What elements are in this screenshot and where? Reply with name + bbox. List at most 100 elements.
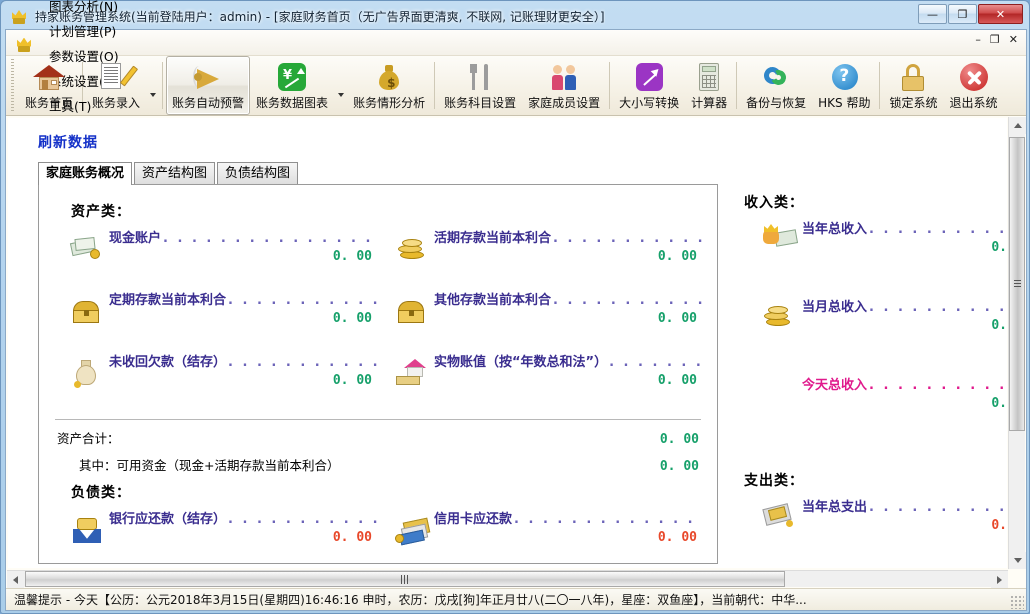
overview-item: 当月总收入. . . . . . . . . . . . . . . . . .… [738, 296, 1007, 370]
mdi-close-button[interactable]: ✕ [1009, 34, 1018, 45]
vertical-scrollbar-thumb[interactable] [1009, 137, 1025, 431]
assets-heading: 资产类： [71, 204, 131, 220]
toolbar-separator [162, 62, 164, 109]
client-area: 文件(F)账务管理(A)统计报表(S)图表分析(N)计划管理(P)参数设置(O)… [5, 0, 1027, 611]
overview-item-value: 0. [991, 318, 1007, 333]
assets-total-row: 资产合计： 0. 00 [57, 428, 699, 447]
resize-grip[interactable] [1010, 595, 1024, 609]
page-content: 刷新数据 家庭账务概况 资产结构图 负债结构图 资产类： 现金账户. . . . .… [8, 118, 1007, 568]
overview-item: 当年总收入. . . . . . . . . . . . . . . . . .… [738, 218, 1007, 292]
overview-item-label: 定期存款当前本利合 [109, 293, 227, 308]
overview-item-body: 银行应还款（结存）. . . . . . . . . . . . . . . .… [109, 508, 378, 545]
leader-dots: . . . . . . . . . . . . . . . . . . . . … [514, 512, 703, 527]
overview-item-label-line: 当年总收入. . . . . . . . . . . . . . . . . .… [802, 218, 1007, 237]
tab-0[interactable]: 家庭账务概况 [38, 162, 133, 185]
overview-item: 实物账值（按“年数总和法”）. . . . . . . . . . . . . … [378, 351, 703, 409]
leader-dots: . . . . . . . . . . . . . . . . . . . . … [869, 500, 1007, 515]
mdi-child-window: 刷新数据 家庭账务概况 资产结构图 负债结构图 资产类： 现金账户. . . . .… [6, 116, 1026, 588]
family-icon [547, 60, 581, 94]
scroll-left-button[interactable] [7, 571, 24, 588]
overview-item-body: 实物账值（按“年数总和法”）. . . . . . . . . . . . . … [434, 351, 703, 388]
toolbar-button-4[interactable]: $ 账务情形分析 [347, 56, 431, 115]
overview-item-label-line: 未收回欠款（结存）. . . . . . . . . . . . . . . .… [109, 351, 378, 370]
close-button[interactable]: ✕ [978, 4, 1023, 24]
assets-total-value: 0. 00 [659, 432, 699, 447]
toolbar-button-6[interactable]: 家庭成员设置 [522, 56, 606, 115]
leader-dots: . . . . . . . . . . . . . . . . . . . . … [228, 355, 378, 370]
toolbar-button-2[interactable]: 账务自动预警 [166, 56, 251, 115]
chevron-down-icon [337, 93, 344, 97]
overview-item-label: 其他存款当前本利合 [434, 293, 552, 308]
expense-heading: 支出类： [744, 473, 804, 489]
scroll-right-button[interactable] [991, 571, 1008, 588]
toolbar-button-5[interactable]: 账务科目设置 [438, 56, 522, 115]
tiger-money-icon [760, 220, 800, 260]
minimize-button[interactable]: — [918, 4, 947, 24]
vertical-scrollbar[interactable] [1008, 117, 1026, 569]
exit-icon [957, 60, 991, 94]
toolbar-buttons: 账务首页 账务录入 账务自动预警 ¥ 账务数据图表 $ 账务情形分析 账务科目设置 家庭成员设置… [19, 56, 1004, 115]
backup-icon [759, 60, 793, 94]
credit-card-icon [394, 512, 431, 548]
assets-grid: 现金账户. . . . . . . . . . . . . . . . . . … [53, 227, 703, 413]
toolbar-button-7[interactable]: 大小写转换 [613, 56, 685, 115]
overview-item-label-line: 当年总支出. . . . . . . . . . . . . . . . . .… [802, 496, 1007, 515]
liabilities-column-right: 信用卡应还款. . . . . . . . . . . . . . . . . … [378, 508, 703, 563]
menu-plan-manage[interactable]: 计划管理(P) [40, 18, 129, 43]
scrollbar-grip [1013, 280, 1021, 288]
sack-icon [69, 355, 105, 391]
assets-column-left: 现金账户. . . . . . . . . . . . . . . . . . … [53, 227, 378, 413]
toolbar-button-3[interactable]: ¥ 账务数据图表 [250, 56, 334, 115]
overview-item-label: 活期存款当前本利合 [434, 231, 552, 246]
toolbar-button-10[interactable]: ? HKS 帮助 [812, 56, 876, 115]
overview-item-value: 0. 00 [657, 311, 697, 326]
overview-item-label: 当月总收入 [802, 300, 868, 315]
overview-item: 定期存款当前本利合. . . . . . . . . . . . . . . .… [53, 289, 378, 347]
mdi-minimize-button[interactable]: – [975, 34, 981, 45]
caption-buttons: — ❐ ✕ [918, 4, 1023, 24]
toolbar-gripper[interactable] [9, 59, 16, 112]
toolbar-button-8[interactable]: 计算器 [685, 56, 733, 115]
chest-icon [394, 293, 430, 329]
overview-item-label: 当年总收入 [802, 222, 868, 237]
menu-tools[interactable]: 工具(T) [40, 93, 129, 118]
overview-item-value: 0. [991, 518, 1007, 533]
leader-dots: . . . . . . . . . . . . . . . . . . . . … [228, 512, 378, 527]
mdi-restore-button[interactable]: ❐ [990, 34, 1000, 45]
overview-item-label-line: 当月总收入. . . . . . . . . . . . . . . . . .… [802, 296, 1007, 315]
tab-1[interactable]: 资产结构图 [134, 162, 216, 184]
toolbar-button-11[interactable]: 锁定系统 [883, 56, 943, 115]
tiger-crown-icon [11, 7, 29, 25]
refresh-data-link[interactable]: 刷新数据 [38, 132, 98, 152]
toolbar-separator [879, 62, 881, 109]
toolbar-button-12[interactable]: 退出系统 [944, 56, 1004, 115]
toolbar-dropdown-arrow-3[interactable] [335, 69, 346, 99]
liabilities-column-left: 银行应还款（结存）. . . . . . . . . . . . . . . .… [53, 508, 378, 563]
toolbar-dropdown-arrow-1[interactable] [147, 69, 158, 99]
income-list: 当年总收入. . . . . . . . . . . . . . . . . .… [738, 218, 1007, 448]
horn-icon [191, 60, 225, 94]
calculator-icon [692, 60, 726, 94]
close-icon: ✕ [995, 7, 1006, 21]
scroll-up-button[interactable] [1009, 117, 1026, 134]
scroll-down-button[interactable] [1009, 552, 1026, 569]
toolbar-button-label: 账务数据图表 [256, 96, 329, 110]
tiger-crown-icon [16, 35, 32, 52]
horizontal-scrollbar[interactable] [7, 570, 1008, 588]
toolbar-button-9[interactable]: 备份与恢复 [740, 56, 812, 115]
overview-item-value: 0. 00 [657, 249, 697, 264]
overview-item-value: 0. [991, 240, 1007, 255]
maximize-button[interactable]: ❐ [948, 4, 977, 24]
tab-2[interactable]: 负债结构图 [217, 162, 299, 184]
green-chart-icon: ¥ [275, 60, 309, 94]
help-icon: ? [827, 60, 861, 94]
toolbar-button-label: 退出系统 [949, 96, 998, 110]
overview-item-label: 信用卡应还款 [434, 512, 513, 527]
horizontal-scrollbar-thumb[interactable] [25, 571, 785, 587]
leader-dots: . . . . . . . . . . . . . . . . . . . . … [163, 231, 378, 246]
overview-item-body: 信用卡应还款. . . . . . . . . . . . . . . . . … [434, 508, 703, 545]
coin-stack-person-icon [69, 512, 105, 548]
toolbar-button-label: 账务科目设置 [444, 96, 517, 110]
menu-chart-analysis[interactable]: 图表分析(N) [40, 0, 129, 18]
assets-totals: 资产合计： 0. 00 其中：可用资金（现金+活期存款当前本利合） 0. 00 [53, 428, 703, 474]
